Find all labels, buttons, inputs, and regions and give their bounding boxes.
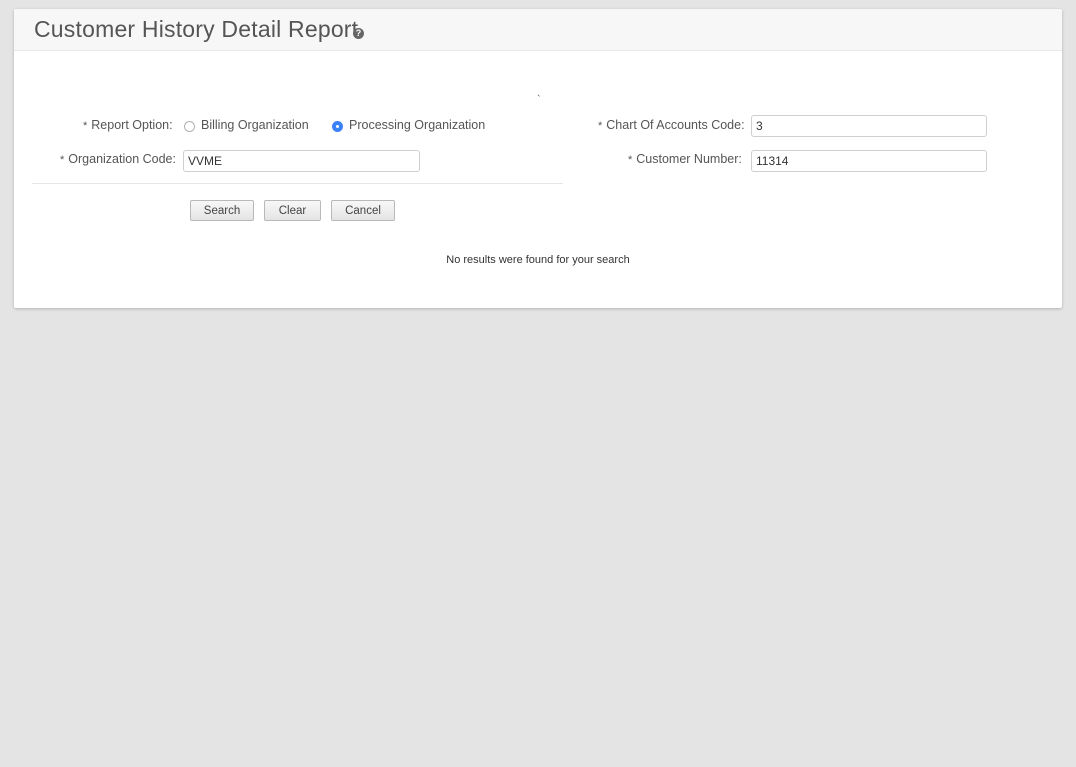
processing-organization-radio[interactable] [332, 121, 343, 132]
help-icon[interactable]: ? [353, 28, 364, 39]
processing-organization-label[interactable]: Processing Organization [349, 118, 485, 132]
chart-of-accounts-label-group: * Chart Of Accounts Code: [598, 118, 745, 132]
report-option-label: Report Option: [91, 118, 173, 132]
required-marker: * [598, 120, 603, 132]
panel-header: Customer History Detail Report ? [14, 9, 1062, 51]
required-marker: * [60, 154, 65, 166]
billing-organization-radio[interactable] [184, 121, 195, 132]
form-divider [32, 183, 563, 184]
customer-number-label: Customer Number: [636, 152, 742, 166]
report-panel: Customer History Detail Report ? ` * Repo… [14, 9, 1062, 308]
customer-number-label-group: * Customer Number: [628, 152, 742, 166]
chart-of-accounts-label: Chart Of Accounts Code: [606, 118, 745, 132]
organization-code-label-group: * Organization Code: [60, 152, 176, 166]
required-marker: * [628, 154, 633, 166]
report-option-label-group: * Report Option: [83, 118, 173, 132]
page-title: Customer History Detail Report [34, 16, 359, 42]
customer-number-input[interactable] [751, 150, 987, 172]
cancel-button[interactable]: Cancel [331, 200, 395, 221]
organization-code-label: Organization Code: [68, 152, 176, 166]
search-button[interactable]: Search [190, 200, 254, 221]
chart-of-accounts-input[interactable] [751, 115, 987, 137]
stray-mark: ` [537, 94, 541, 106]
billing-organization-label[interactable]: Billing Organization [201, 118, 309, 132]
no-results-message: No results were found for your search [446, 254, 630, 266]
required-marker: * [83, 120, 88, 132]
organization-code-input[interactable] [183, 150, 420, 172]
clear-button[interactable]: Clear [264, 200, 321, 221]
